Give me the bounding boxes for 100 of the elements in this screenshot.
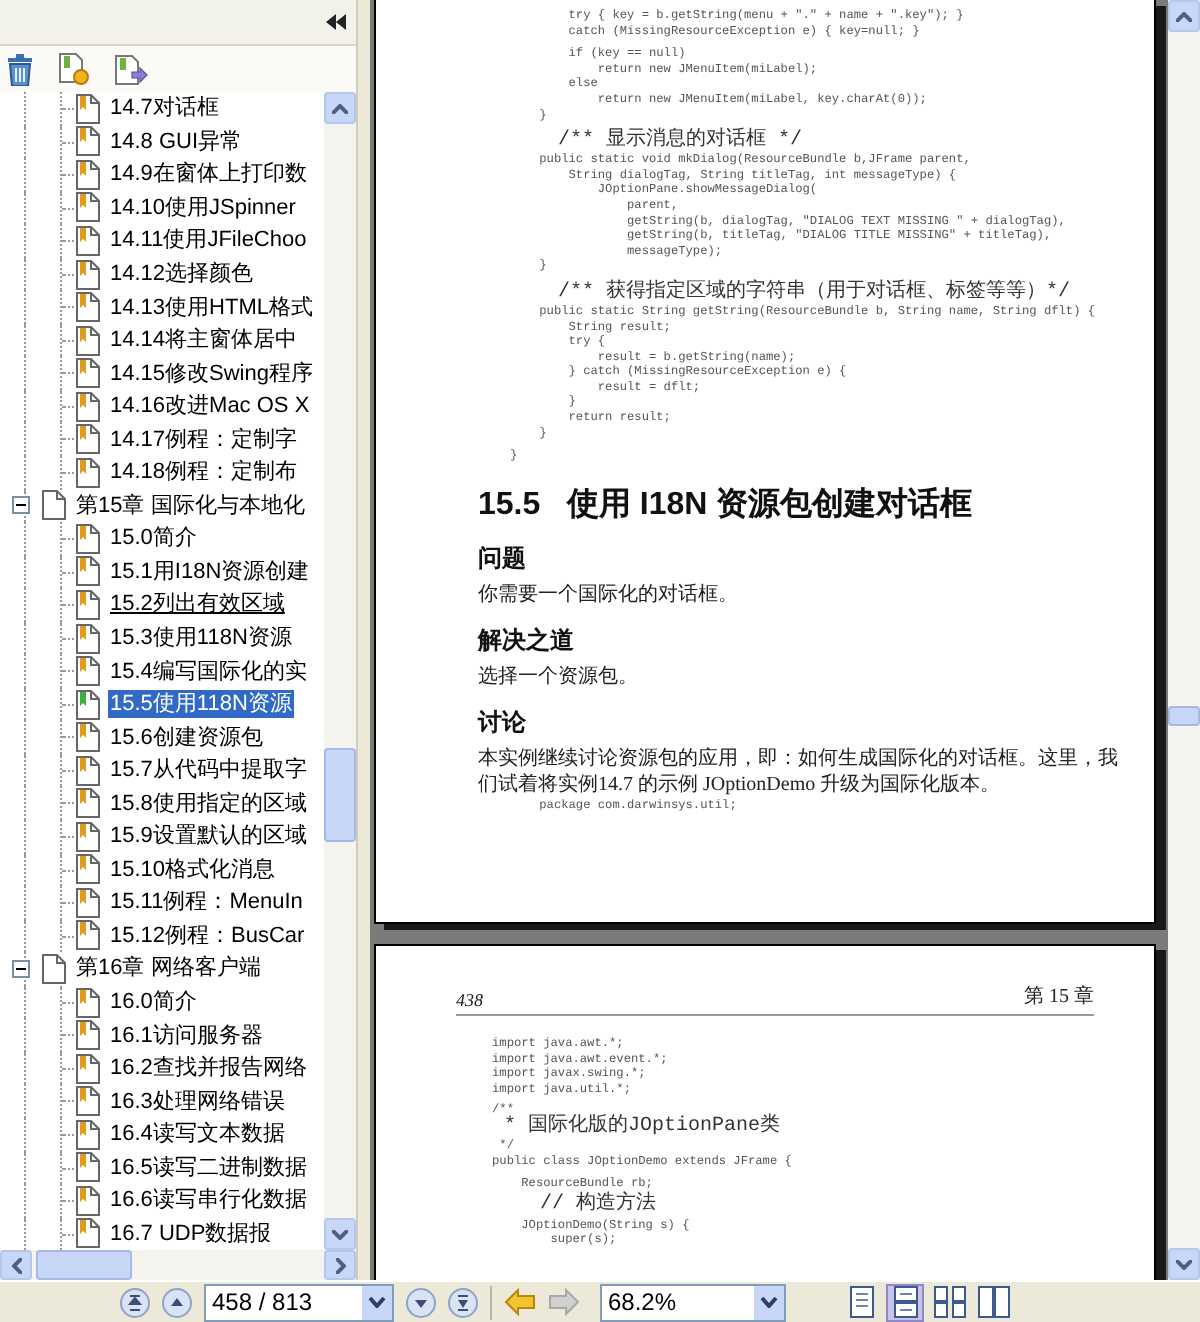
bookmark-item[interactable]: 15.12例程：BusCar	[108, 921, 307, 950]
scrollbar-thumb[interactable]	[324, 748, 356, 842]
collapse-icon[interactable]	[12, 959, 30, 978]
bookmark-item[interactable]: 16.0简介	[108, 988, 199, 1017]
bookmark-item[interactable]: 14.12选择颜色	[108, 260, 256, 288]
bookmark-icon	[76, 1218, 100, 1249]
body-text: 你需要一个国际化的对话框。	[478, 581, 740, 608]
left-caret-icon	[11, 1257, 21, 1273]
bookmark-icon	[76, 722, 100, 753]
bookmark-icon	[76, 523, 100, 554]
page-icon	[42, 490, 66, 521]
bookmark-item[interactable]: 14.17例程：定制字	[108, 425, 300, 454]
new-bookmark-icon[interactable]	[58, 52, 90, 86]
bookmark-icon	[76, 259, 100, 289]
bookmark-icon	[76, 1152, 100, 1183]
bookmark-item[interactable]: 16.7 UDP数据报	[108, 1219, 274, 1248]
bookmark-item[interactable]: 16.6读写串行化数据	[108, 1186, 309, 1215]
bookmark-item[interactable]: 15.9设置默认的区域	[108, 822, 309, 851]
scroll-up-button[interactable]	[1168, 0, 1200, 32]
collapse-icon[interactable]	[12, 496, 30, 515]
bookmark-item[interactable]: 15.5使用118N资源	[108, 690, 294, 719]
bookmark-item[interactable]: 14.7对话框	[108, 94, 221, 123]
scrollbar-thumb[interactable]	[36, 1250, 132, 1280]
bookmark-icon	[76, 358, 100, 389]
chapter-bookmark[interactable]: 第16章 网络客户端	[74, 954, 263, 983]
bookmark-item[interactable]: 14.13使用HTML格式	[108, 293, 315, 322]
bookmark-item[interactable]: 14.18例程：定制布	[108, 458, 300, 487]
scroll-down-button[interactable]	[324, 1218, 356, 1250]
bookmark-item[interactable]: 14.9在窗体上打印数	[108, 160, 309, 189]
bookmark-arrow-icon[interactable]	[114, 53, 148, 85]
scroll-up-button[interactable]	[324, 92, 356, 124]
bookmark-item[interactable]: 15.4编写国际化的实	[108, 657, 309, 686]
code-line: /** 获得指定区域的字符串（用于对话框、标签等等）*/	[556, 281, 1073, 304]
right-caret-icon	[335, 1257, 345, 1273]
bookmark-icon	[76, 225, 100, 256]
facing-pages-view-button[interactable]	[974, 1283, 1012, 1321]
bookmark-icon	[76, 689, 100, 720]
bookmark-icon	[76, 1119, 100, 1150]
bookmark-item[interactable]: 14.14将主窗体居中	[108, 326, 300, 355]
bookmark-icon	[76, 424, 100, 455]
bookmark-item[interactable]: 14.8 GUI异常	[108, 127, 245, 156]
body-text: 选择一个资源包。	[478, 663, 640, 690]
bookmark-icon	[76, 788, 100, 819]
bookmark-item[interactable]: 15.2列出有效区域	[108, 590, 287, 619]
bookmark-item[interactable]: 15.3使用118N资源	[108, 624, 294, 653]
bookmark-icon	[76, 1020, 100, 1051]
last-page-button[interactable]	[448, 1287, 478, 1317]
next-page-button[interactable]	[406, 1287, 436, 1317]
bookmark-icon	[76, 854, 100, 885]
bookmark-icon	[76, 556, 100, 587]
bookmark-item[interactable]: 14.15修改Swing程序	[108, 359, 315, 388]
scroll-down-button[interactable]	[1168, 1248, 1200, 1280]
bookmark-item[interactable]: 14.10使用JSpinner	[108, 193, 298, 222]
trash-icon[interactable]	[6, 53, 34, 85]
bookmark-icon	[76, 1185, 100, 1216]
bookmark-icon	[76, 1086, 100, 1117]
bookmark-icon	[76, 126, 100, 157]
bookmark-item[interactable]: 15.10格式化消息	[108, 855, 278, 884]
bookmark-item[interactable]: 15.6创建资源包	[108, 723, 265, 752]
code-line: // 构造方法	[538, 1196, 659, 1218]
continuous-view-button[interactable]	[886, 1283, 924, 1321]
back-arrow-button[interactable]	[504, 1288, 536, 1316]
up-caret-icon	[1176, 11, 1192, 21]
bookmark-icon	[76, 623, 100, 654]
page-icon	[42, 953, 66, 984]
bookmark-icon	[76, 292, 100, 323]
bookmark-item[interactable]: 15.8使用指定的区域	[108, 789, 309, 818]
bookmark-item[interactable]: 14.11使用JFileChoo	[108, 226, 309, 255]
down-caret-icon	[332, 1229, 348, 1239]
bookmark-item[interactable]: 15.11例程：MenuIn	[108, 888, 305, 917]
bookmark-item[interactable]: 16.4读写文本数据	[108, 1120, 287, 1149]
scroll-left-button[interactable]	[0, 1250, 32, 1280]
page-number: 438	[456, 990, 483, 1010]
up-caret-icon	[332, 103, 348, 113]
section-heading: 问题	[478, 541, 528, 576]
bookmark-item[interactable]: 15.0简介	[108, 524, 199, 553]
bookmark-item[interactable]: 15.7从代码中提取字	[108, 756, 309, 785]
previous-page-button[interactable]	[162, 1287, 192, 1317]
bookmark-item[interactable]: 14.16改进Mac OS X	[108, 392, 312, 421]
bookmark-item[interactable]: 16.3处理网络错误	[108, 1087, 287, 1116]
down-caret-icon	[1176, 1259, 1192, 1269]
bookmark-icon	[76, 887, 100, 918]
collapse-panel-icon[interactable]	[326, 14, 346, 30]
code-line: /** 显示消息的对话框 */	[556, 130, 805, 153]
scroll-right-button[interactable]	[324, 1250, 356, 1280]
grid-view-button[interactable]	[930, 1283, 968, 1321]
bookmark-item[interactable]: 16.2查找并报告网络	[108, 1054, 309, 1083]
bookmark-icon	[76, 920, 100, 951]
running-header: 第 15 章	[1024, 983, 1094, 1010]
bookmark-item[interactable]: 15.1用I18N资源创建	[108, 557, 312, 586]
bookmark-item[interactable]: 16.1访问服务器	[108, 1021, 265, 1050]
bookmark-icon	[76, 457, 100, 488]
bookmark-icon	[76, 821, 100, 852]
scrollbar-thumb[interactable]	[1168, 706, 1200, 726]
chapter-bookmark[interactable]: 第15章 国际化与本地化	[74, 491, 307, 520]
section-heading: 解决之道	[478, 623, 576, 658]
first-page-button[interactable]	[120, 1287, 150, 1317]
bookmark-icon	[76, 325, 100, 356]
bookmark-item[interactable]: 16.5读写二进制数据	[108, 1153, 309, 1182]
bookmark-icon	[76, 987, 100, 1018]
